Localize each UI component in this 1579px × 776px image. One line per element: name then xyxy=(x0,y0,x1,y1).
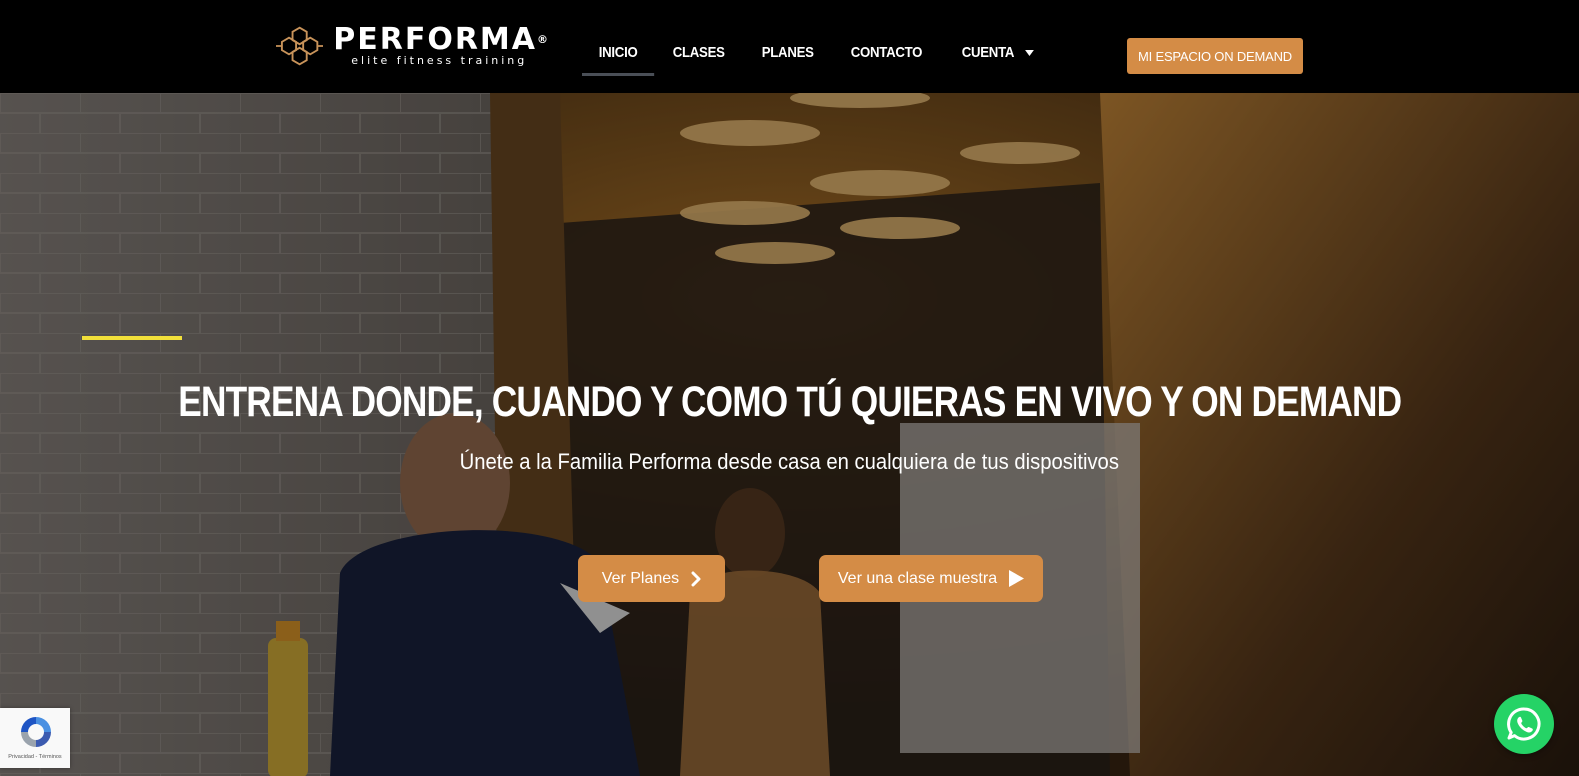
accent-line xyxy=(82,336,182,340)
sample-class-label: Ver una clase muestra xyxy=(837,569,998,587)
registered-mark: ® xyxy=(537,33,548,46)
nav-item-planes[interactable]: PLANES xyxy=(745,30,830,76)
hero-subtitle-text: Únete a la Familia Performa desde casa e… xyxy=(459,449,1120,474)
site-header: PERFORMA® elite fitness training INICIO … xyxy=(0,0,1579,93)
nav-item-clases[interactable]: CLASES xyxy=(656,30,741,76)
view-plans-label: Ver Planes xyxy=(601,569,680,587)
recaptcha-badge[interactable]: Privacidad - Términos xyxy=(0,708,70,768)
recaptcha-links: Privacidad - Términos xyxy=(8,754,62,760)
main-nav: INICIO CLASES PLANES CONTACTO CUENTA xyxy=(582,30,1065,76)
play-icon xyxy=(1009,570,1025,587)
hero-dark-overlay xyxy=(0,93,1579,776)
whatsapp-button[interactable] xyxy=(1494,694,1554,754)
nav-item-label: PLANES xyxy=(761,44,814,61)
brand-name: PERFORMA xyxy=(333,22,537,57)
nav-item-contacto[interactable]: CONTACTO xyxy=(834,30,939,76)
nav-item-cuenta[interactable]: CUENTA xyxy=(945,30,1050,76)
brand-tagline: elite fitness training xyxy=(351,54,528,67)
sample-class-button[interactable]: Ver una clase muestra xyxy=(819,555,1043,602)
hexagon-cluster-logo-icon xyxy=(276,26,324,66)
hero-section: ENTRENA DONDE, CUANDO Y COMO TÚ QUIERAS … xyxy=(0,93,1579,776)
brand-logo[interactable]: PERFORMA® elite fitness training xyxy=(276,12,548,80)
nav-item-inicio[interactable]: INICIO xyxy=(582,30,655,76)
nav-item-label: INICIO xyxy=(598,44,638,61)
caret-down-icon xyxy=(1025,50,1034,57)
nav-item-label: CONTACTO xyxy=(850,44,923,61)
view-plans-button[interactable]: Ver Planes xyxy=(578,555,725,602)
brand-wordmark: PERFORMA® elite fitness training xyxy=(333,25,548,67)
recaptcha-icon xyxy=(21,717,51,747)
whatsapp-icon xyxy=(1507,707,1541,741)
nav-item-label: CUENTA xyxy=(962,44,1015,61)
nav-item-label: CLASES xyxy=(672,44,725,61)
hero-subtitle: Únete a la Familia Performa desde casa e… xyxy=(0,448,1579,476)
hero-title: ENTRENA DONDE, CUANDO Y COMO TÚ QUIERAS … xyxy=(0,377,1579,427)
chevron-right-icon xyxy=(691,571,701,586)
on-demand-space-button[interactable]: MI ESPACIO ON DEMAND xyxy=(1127,38,1303,74)
hero-title-text: ENTRENA DONDE, CUANDO Y COMO TÚ QUIERAS … xyxy=(177,378,1402,426)
